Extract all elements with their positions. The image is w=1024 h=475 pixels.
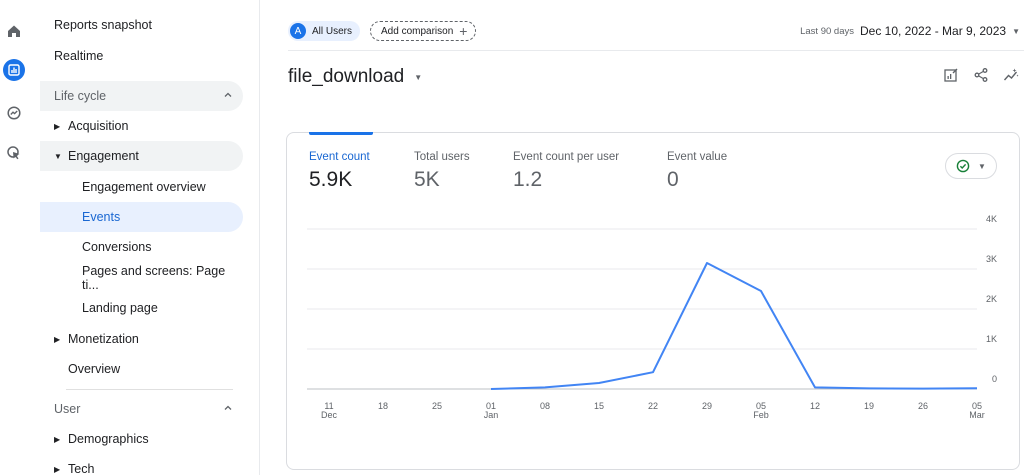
y-tick-label: 3K — [986, 254, 997, 264]
nav-realtime[interactable]: Realtime — [40, 41, 243, 71]
x-tick-label: 08 — [540, 401, 550, 411]
add-comparison-label: Add comparison — [381, 25, 454, 37]
section-label: User — [54, 402, 81, 416]
chevron-up-icon — [224, 405, 232, 410]
explore-icon[interactable] — [3, 102, 25, 124]
x-tick-label: 25 — [432, 401, 442, 411]
nav-reports-snapshot[interactable]: Reports snapshot — [40, 10, 243, 40]
nav-label: Reports snapshot — [54, 18, 152, 32]
x-tick-label: 26 — [918, 401, 928, 411]
nav-label: Demographics — [68, 432, 149, 446]
event-count-line-chart: 01K2K3K4K11Dec18 25 01Jan08 15 22 29 05Feb12 19… — [307, 214, 997, 420]
nav-label: Overview — [68, 362, 121, 376]
advertising-icon[interactable] — [3, 142, 25, 164]
caret-right-icon: ▶ — [54, 464, 61, 474]
x-tick-label: 15 — [594, 401, 604, 411]
x-tick-month-label: Mar — [969, 410, 985, 420]
x-tick-label: 19 — [864, 401, 874, 411]
caret-down-icon: ▼ — [54, 151, 62, 161]
nav-landing-page[interactable]: Landing page — [40, 293, 243, 323]
all-users-label: All Users — [312, 25, 353, 37]
nav-engagement-overview[interactable]: Engagement overview — [40, 172, 243, 202]
nav-label: Pages and screens: Page ti... — [82, 264, 226, 292]
nav-label: Landing page — [82, 301, 158, 315]
nav-demographics[interactable]: ▶ Demographics — [40, 424, 243, 454]
y-tick-label: 0 — [992, 374, 997, 384]
page-title-text: file_download — [288, 66, 405, 87]
x-tick-month-label: Feb — [753, 410, 769, 420]
nav-monetization[interactable]: ▶ Monetization — [40, 324, 243, 354]
y-tick-label: 2K — [986, 294, 997, 304]
x-tick-label: 18 — [378, 401, 388, 411]
dropdown-arrow-icon: ▼ — [1012, 26, 1020, 36]
date-range-value: Dec 10, 2022 - Mar 9, 2023 — [859, 24, 1007, 38]
home-icon[interactable] — [3, 20, 25, 42]
nav-overview[interactable]: Overview — [40, 354, 243, 384]
page-title[interactable]: file_download ▼ — [288, 66, 422, 88]
date-range-preset: Last 90 days — [800, 25, 854, 37]
y-tick-label: 4K — [986, 214, 997, 224]
report-topbar: A All Users Add comparison + Last 90 day… — [276, 18, 1024, 44]
series-line-event-count — [490, 262, 978, 390]
x-tick-month-label: Dec — [321, 410, 338, 420]
section-life-cycle[interactable]: Life cycle — [40, 81, 243, 111]
dropdown-arrow-icon: ▼ — [414, 72, 423, 82]
reports-icon[interactable] — [3, 59, 25, 81]
nav-pages-and-screens[interactable]: Pages and screens: Page ti... — [40, 263, 243, 293]
x-tick-label: 29 — [702, 401, 712, 411]
nav-label: Acquisition — [68, 119, 129, 133]
add-comparison-button[interactable]: Add comparison + — [370, 21, 477, 41]
x-tick-month-label: Jan — [484, 410, 499, 420]
nav-label: Realtime — [54, 49, 104, 63]
chart-card: Event count 5.9K Total users 5K Event co… — [286, 132, 1020, 470]
insights-icon[interactable] — [1002, 66, 1020, 84]
section-label: Life cycle — [54, 89, 107, 103]
x-tick-label: 22 — [648, 401, 658, 411]
x-tick-label: 12 — [810, 401, 820, 411]
icon-rail — [0, 0, 28, 475]
nav-acquisition[interactable]: ▶ Acquisition — [40, 111, 243, 141]
nav-engagement[interactable]: ▼ Engagement — [40, 141, 243, 171]
nav-conversions[interactable]: Conversions — [40, 232, 243, 262]
nav-divider — [66, 389, 233, 390]
plus-icon: + — [459, 23, 468, 39]
caret-right-icon: ▶ — [54, 434, 61, 444]
nav-label: Monetization — [68, 332, 139, 346]
nav-events[interactable]: Events — [40, 202, 243, 232]
chevron-up-icon — [224, 92, 232, 97]
nav-label: Engagement — [68, 149, 139, 163]
caret-right-icon: ▶ — [54, 334, 61, 344]
header-divider — [288, 50, 1024, 51]
caret-right-icon: ▶ — [54, 121, 61, 131]
nav-tech[interactable]: ▶ Tech — [40, 454, 243, 475]
comparison-badge: A — [290, 23, 306, 39]
nav-label: Engagement overview — [82, 180, 206, 194]
nav-label: Events — [82, 210, 121, 224]
nav-label: Conversions — [82, 240, 152, 254]
section-user[interactable]: User — [40, 394, 243, 424]
all-users-chip[interactable]: A All Users — [288, 21, 361, 41]
y-tick-label: 1K — [986, 334, 997, 344]
customize-report-icon[interactable] — [942, 66, 960, 84]
nav-label: Tech — [68, 462, 95, 475]
report-navigation: Reports snapshot Realtime Life cycle ▶ A… — [28, 0, 260, 475]
share-icon[interactable] — [972, 66, 990, 84]
date-range-picker[interactable]: Last 90 days Dec 10, 2022 - Mar 9, 2023 … — [800, 24, 1020, 38]
